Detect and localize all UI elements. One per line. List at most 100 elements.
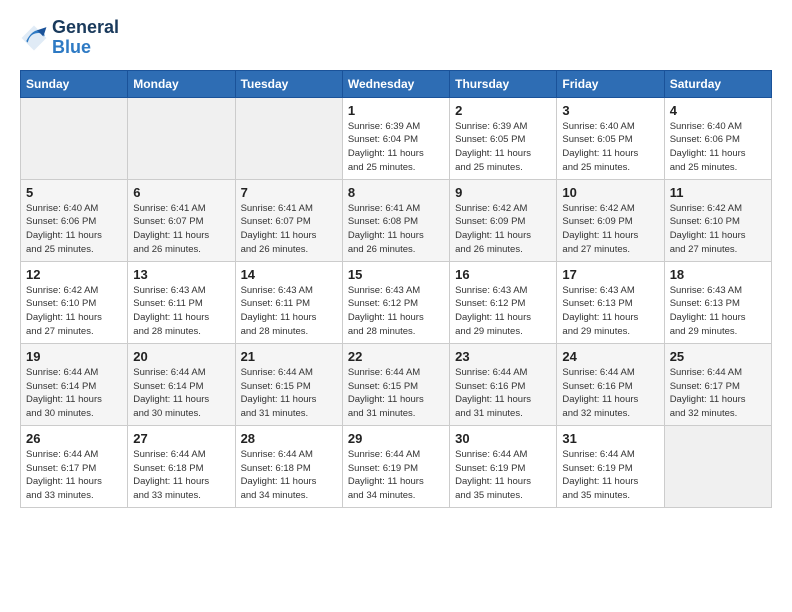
day-info: Sunrise: 6:43 AM Sunset: 6:12 PM Dayligh… [455, 284, 551, 339]
calendar-cell: 3Sunrise: 6:40 AM Sunset: 6:05 PM Daylig… [557, 97, 664, 179]
calendar-cell: 9 Sunrise: 6:42 AM Sunset: 6:09 PM Daylig… [450, 179, 557, 261]
day-info: Sunrise: 6:44 AM Sunset: 6:18 PM Dayligh… [133, 448, 229, 503]
calendar-cell: 26 Sunrise: 6:44 AM Sunset: 6:17 PM Dayli… [21, 425, 128, 507]
calendar-cell: 13 Sunrise: 6:43 AM Sunset: 6:11 PM Dayli… [128, 261, 235, 343]
calendar-cell: 1 Sunrise: 6:39 AM Sunset: 6:04 PM Daylig… [342, 97, 449, 179]
day-number: 7 [241, 185, 337, 200]
header-cell-saturday: Saturday [664, 70, 771, 97]
day-info: Sunrise: 6:44 AM Sunset: 6:17 PM Dayligh… [26, 448, 122, 503]
calendar-cell: 22 Sunrise: 6:44 AM Sunset: 6:15 PM Dayli… [342, 343, 449, 425]
header-cell-thursday: Thursday [450, 70, 557, 97]
day-number: 13 [133, 267, 229, 282]
day-number: 16 [455, 267, 551, 282]
day-info: Sunrise: 6:42 AM Sunset: 6:10 PM Dayligh… [26, 284, 122, 339]
calendar-cell: 23 Sunrise: 6:44 AM Sunset: 6:16 PM Dayli… [450, 343, 557, 425]
calendar-cell: 28 Sunrise: 6:44 AM Sunset: 6:18 PM Dayli… [235, 425, 342, 507]
calendar-cell [128, 97, 235, 179]
day-number: 11 [670, 185, 766, 200]
calendar-header: SundayMondayTuesdayWednesdayThursdayFrid… [21, 70, 772, 97]
week-row-2: 5Sunrise: 6:40 AM Sunset: 6:06 PM Daylig… [21, 179, 772, 261]
day-info: Sunrise: 6:44 AM Sunset: 6:16 PM Dayligh… [455, 366, 551, 421]
day-number: 3 [562, 103, 658, 118]
day-info: Sunrise: 6:43 AM Sunset: 6:11 PM Dayligh… [241, 284, 337, 339]
day-number: 27 [133, 431, 229, 446]
calendar-table: SundayMondayTuesdayWednesdayThursdayFrid… [20, 70, 772, 508]
day-info: Sunrise: 6:44 AM Sunset: 6:14 PM Dayligh… [26, 366, 122, 421]
calendar-cell [664, 425, 771, 507]
day-number: 8 [348, 185, 444, 200]
day-number: 25 [670, 349, 766, 364]
day-info: Sunrise: 6:39 AM Sunset: 6:05 PM Dayligh… [455, 120, 551, 175]
calendar-cell: 11 Sunrise: 6:42 AM Sunset: 6:10 PM Dayli… [664, 179, 771, 261]
calendar-cell: 8 Sunrise: 6:41 AM Sunset: 6:08 PM Daylig… [342, 179, 449, 261]
day-number: 17 [562, 267, 658, 282]
day-number: 22 [348, 349, 444, 364]
header-cell-wednesday: Wednesday [342, 70, 449, 97]
calendar-cell: 30 Sunrise: 6:44 AM Sunset: 6:19 PM Dayli… [450, 425, 557, 507]
page: General Blue SundayMondayTuesdayWednesda… [0, 0, 792, 612]
day-info: Sunrise: 6:42 AM Sunset: 6:09 PM Dayligh… [562, 202, 658, 257]
calendar-cell: 21Sunrise: 6:44 AM Sunset: 6:15 PM Dayli… [235, 343, 342, 425]
day-number: 15 [348, 267, 444, 282]
header: General Blue [20, 18, 772, 58]
day-info: Sunrise: 6:44 AM Sunset: 6:15 PM Dayligh… [348, 366, 444, 421]
calendar-cell: 6 Sunrise: 6:41 AM Sunset: 6:07 PM Daylig… [128, 179, 235, 261]
day-number: 10 [562, 185, 658, 200]
calendar-cell: 27 Sunrise: 6:44 AM Sunset: 6:18 PM Dayli… [128, 425, 235, 507]
header-cell-tuesday: Tuesday [235, 70, 342, 97]
logo: General Blue [20, 18, 119, 58]
calendar-cell: 14Sunrise: 6:43 AM Sunset: 6:11 PM Dayli… [235, 261, 342, 343]
calendar-cell: 18Sunrise: 6:43 AM Sunset: 6:13 PM Dayli… [664, 261, 771, 343]
day-number: 31 [562, 431, 658, 446]
logo-text: General Blue [52, 18, 119, 58]
day-number: 2 [455, 103, 551, 118]
calendar-cell: 5Sunrise: 6:40 AM Sunset: 6:06 PM Daylig… [21, 179, 128, 261]
day-number: 29 [348, 431, 444, 446]
calendar-cell: 20 Sunrise: 6:44 AM Sunset: 6:14 PM Dayli… [128, 343, 235, 425]
day-info: Sunrise: 6:40 AM Sunset: 6:06 PM Dayligh… [670, 120, 766, 175]
day-number: 6 [133, 185, 229, 200]
calendar-cell: 2 Sunrise: 6:39 AM Sunset: 6:05 PM Daylig… [450, 97, 557, 179]
day-info: Sunrise: 6:44 AM Sunset: 6:18 PM Dayligh… [241, 448, 337, 503]
header-cell-monday: Monday [128, 70, 235, 97]
day-info: Sunrise: 6:42 AM Sunset: 6:09 PM Dayligh… [455, 202, 551, 257]
calendar-cell: 7Sunrise: 6:41 AM Sunset: 6:07 PM Daylig… [235, 179, 342, 261]
day-number: 21 [241, 349, 337, 364]
calendar-cell: 4 Sunrise: 6:40 AM Sunset: 6:06 PM Daylig… [664, 97, 771, 179]
day-number: 5 [26, 185, 122, 200]
day-number: 1 [348, 103, 444, 118]
day-info: Sunrise: 6:44 AM Sunset: 6:19 PM Dayligh… [348, 448, 444, 503]
calendar-cell: 10 Sunrise: 6:42 AM Sunset: 6:09 PM Dayli… [557, 179, 664, 261]
day-info: Sunrise: 6:43 AM Sunset: 6:13 PM Dayligh… [562, 284, 658, 339]
day-info: Sunrise: 6:44 AM Sunset: 6:16 PM Dayligh… [562, 366, 658, 421]
day-info: Sunrise: 6:42 AM Sunset: 6:10 PM Dayligh… [670, 202, 766, 257]
day-info: Sunrise: 6:44 AM Sunset: 6:19 PM Dayligh… [455, 448, 551, 503]
day-info: Sunrise: 6:43 AM Sunset: 6:11 PM Dayligh… [133, 284, 229, 339]
day-info: Sunrise: 6:41 AM Sunset: 6:08 PM Dayligh… [348, 202, 444, 257]
day-number: 18 [670, 267, 766, 282]
calendar-cell: 17 Sunrise: 6:43 AM Sunset: 6:13 PM Dayli… [557, 261, 664, 343]
calendar-cell: 19Sunrise: 6:44 AM Sunset: 6:14 PM Dayli… [21, 343, 128, 425]
day-number: 20 [133, 349, 229, 364]
day-number: 4 [670, 103, 766, 118]
day-number: 28 [241, 431, 337, 446]
day-number: 9 [455, 185, 551, 200]
day-number: 30 [455, 431, 551, 446]
day-number: 23 [455, 349, 551, 364]
day-number: 26 [26, 431, 122, 446]
day-number: 12 [26, 267, 122, 282]
calendar-cell [235, 97, 342, 179]
calendar-cell: 31Sunrise: 6:44 AM Sunset: 6:19 PM Dayli… [557, 425, 664, 507]
day-info: Sunrise: 6:44 AM Sunset: 6:17 PM Dayligh… [670, 366, 766, 421]
logo-icon [20, 24, 48, 52]
calendar-cell: 12 Sunrise: 6:42 AM Sunset: 6:10 PM Dayli… [21, 261, 128, 343]
calendar-cell: 24Sunrise: 6:44 AM Sunset: 6:16 PM Dayli… [557, 343, 664, 425]
header-cell-sunday: Sunday [21, 70, 128, 97]
header-row: SundayMondayTuesdayWednesdayThursdayFrid… [21, 70, 772, 97]
day-info: Sunrise: 6:41 AM Sunset: 6:07 PM Dayligh… [133, 202, 229, 257]
week-row-5: 26 Sunrise: 6:44 AM Sunset: 6:17 PM Dayli… [21, 425, 772, 507]
day-info: Sunrise: 6:44 AM Sunset: 6:14 PM Dayligh… [133, 366, 229, 421]
day-info: Sunrise: 6:39 AM Sunset: 6:04 PM Dayligh… [348, 120, 444, 175]
calendar-body: 1 Sunrise: 6:39 AM Sunset: 6:04 PM Daylig… [21, 97, 772, 507]
calendar-cell [21, 97, 128, 179]
